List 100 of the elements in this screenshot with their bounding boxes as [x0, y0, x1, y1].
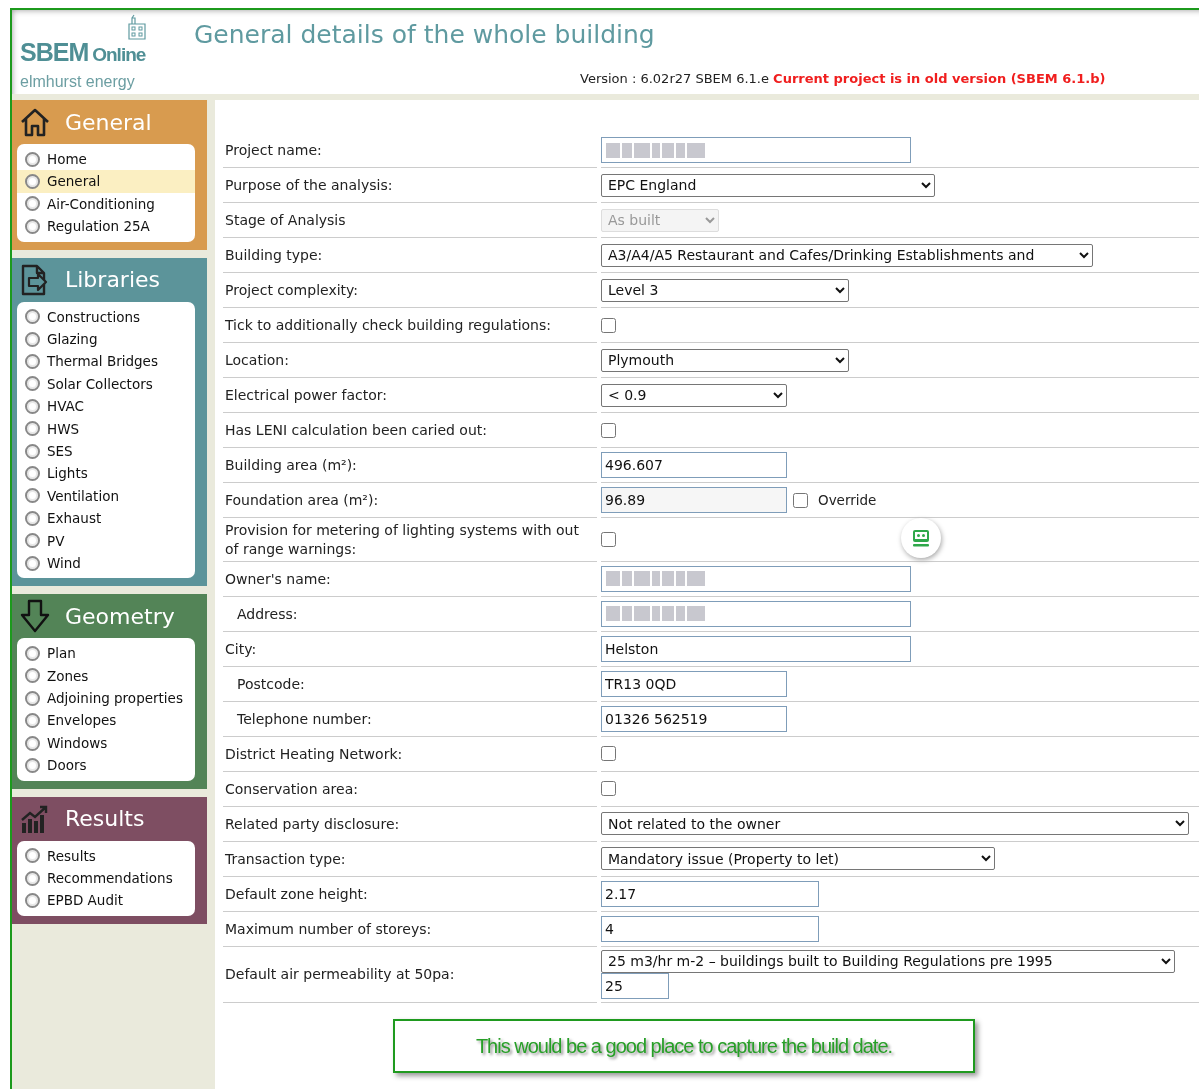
input-field[interactable]: 25	[601, 972, 669, 999]
field-label: Related party disclosure:	[223, 806, 597, 842]
down-arrow-icon	[19, 599, 51, 634]
page-title: General details of the whole building	[194, 19, 656, 51]
radio-icon	[25, 668, 40, 684]
radio-icon	[25, 510, 40, 526]
menu-item[interactable]: Thermal Bridges	[17, 350, 195, 373]
checkbox[interactable]	[601, 422, 616, 438]
radio-icon	[25, 331, 40, 347]
chat-button[interactable]	[901, 518, 941, 558]
radio-icon	[25, 555, 40, 571]
radio-icon	[25, 893, 40, 909]
section-title: General	[65, 108, 152, 137]
menu-item[interactable]: Wind	[17, 551, 195, 575]
menu-item[interactable]: Envelopes	[17, 709, 195, 732]
field-label: Purpose of the analysis:	[223, 168, 597, 203]
radio-icon	[25, 443, 40, 459]
field-label: Maximum number of storeys:	[223, 911, 597, 947]
radio-icon	[25, 354, 40, 370]
menu-item[interactable]: PV	[17, 529, 195, 552]
menu-item[interactable]: General	[17, 170, 195, 193]
checkbox[interactable]	[601, 746, 616, 762]
input-field[interactable]	[601, 137, 911, 163]
radio-icon	[25, 488, 40, 504]
building-icon	[126, 14, 148, 40]
menu-item[interactable]: HWS	[17, 417, 195, 440]
field-label: Conservation area:	[223, 771, 597, 807]
radio-icon	[25, 870, 40, 886]
checkbox[interactable]	[601, 781, 616, 797]
field-label: City:	[223, 631, 597, 667]
dropdown[interactable]: A3/A4/A5 Restaurant and Cafes/Drinking Establishments and	[601, 243, 1093, 267]
section-title: Results	[65, 805, 145, 834]
menu-item[interactable]: Doors	[17, 754, 195, 777]
field-label: Tick to additionally check building regulations:	[223, 308, 597, 343]
input-field[interactable]	[601, 600, 911, 627]
input-field[interactable]: 96.89	[601, 487, 787, 513]
menu-item[interactable]: SES	[17, 439, 195, 463]
checkbox[interactable]	[601, 531, 616, 547]
menu-item[interactable]: Solar Collectors	[17, 372, 195, 396]
menu-item[interactable]: Air-Conditioning	[17, 192, 195, 216]
menu-item[interactable]: Regulation 25A	[17, 215, 195, 238]
radio-icon	[25, 309, 40, 325]
field-label: Electrical power factor:	[223, 378, 597, 413]
menu-item[interactable]: Exhaust	[17, 507, 195, 530]
menu-item[interactable]: Lights	[17, 462, 195, 485]
menu-item[interactable]: Ventilation	[17, 484, 195, 508]
checkbox-label: Override	[818, 490, 877, 510]
input-field[interactable]: 01326 562519	[601, 705, 787, 732]
menu-item[interactable]: Home	[17, 148, 195, 171]
input-field[interactable]	[601, 565, 911, 592]
menu-item[interactable]: Adjoining properties	[17, 687, 195, 710]
section-title: Libraries	[65, 266, 160, 295]
input-field[interactable]: TR13 0QD	[601, 670, 787, 697]
dropdown[interactable]: Level 3	[601, 278, 849, 302]
field-label: Address:	[223, 596, 597, 632]
field-label: Project name:	[223, 133, 597, 168]
field-label: Telephone number:	[223, 701, 597, 737]
company-name: elmhurst energy	[20, 72, 136, 92]
menu-item[interactable]: Zones	[17, 664, 195, 688]
house-icon	[19, 106, 51, 138]
dropdown[interactable]: < 0.9	[601, 383, 787, 407]
radio-icon	[25, 848, 40, 864]
radio-icon	[25, 151, 40, 167]
field-label: Has LENI calculation been caried out:	[223, 413, 597, 448]
logo-text: SBEM Online	[20, 40, 147, 65]
menu-item[interactable]: Glazing	[17, 327, 195, 351]
field-label: Stage of Analysis	[223, 203, 597, 238]
field-label: Building type:	[223, 238, 597, 273]
version-text: Version : 6.02r27 SBEM 6.1.e Current project is in old version (SBEM 6.1.b)	[580, 69, 1107, 88]
dropdown[interactable]: Not related to the owner	[601, 812, 1189, 836]
radio-icon	[25, 735, 40, 751]
checkbox[interactable]	[793, 492, 808, 508]
field-label: Project complexity:	[223, 273, 597, 308]
input-field[interactable]: 2.17	[601, 880, 819, 907]
dropdown[interactable]: EPC England	[601, 173, 935, 197]
input-field[interactable]: 4	[601, 915, 819, 942]
field-label: Transaction type:	[223, 841, 597, 877]
radio-icon	[25, 533, 40, 549]
menu-item[interactable]: Constructions	[17, 305, 195, 328]
dropdown[interactable]: 25 m3/hr m-2 – buildings built to Building Regulations pre 1995	[601, 949, 1175, 973]
field-label: Default air permeability at 50pa:	[223, 946, 597, 1003]
menu-item[interactable]: Results	[17, 844, 195, 867]
field-label: Location:	[223, 343, 597, 378]
field-label: Foundation area (m²):	[223, 483, 597, 518]
menu-item[interactable]: Windows	[17, 731, 195, 755]
dropdown[interactable]: Plymouth	[601, 348, 849, 372]
menu-item[interactable]: Recommendations	[17, 867, 195, 890]
dropdown[interactable]: Mandatory issue (Property to let)	[601, 847, 995, 871]
input-field[interactable]: Helston	[601, 635, 911, 662]
checkbox[interactable]	[601, 317, 616, 333]
field-label: District Heating Network:	[223, 736, 597, 772]
field-label: Postcode:	[223, 666, 597, 702]
menu-item[interactable]: EPBD Audit	[17, 889, 195, 912]
input-field[interactable]: 496.607	[601, 452, 787, 478]
radio-icon	[25, 421, 40, 437]
menu-item[interactable]: HVAC	[17, 395, 195, 418]
radio-icon	[25, 713, 40, 729]
radio-icon	[25, 218, 40, 234]
menu-item[interactable]: Plan	[17, 642, 195, 665]
field-label: Default zone height:	[223, 876, 597, 912]
